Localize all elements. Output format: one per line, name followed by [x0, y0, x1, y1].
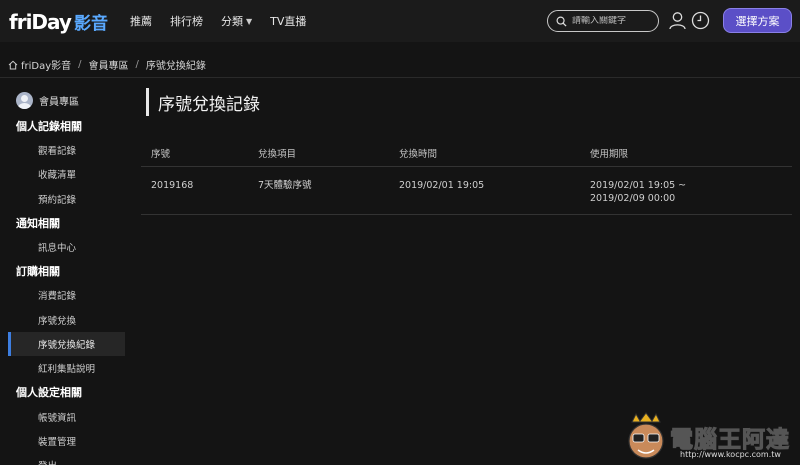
user-icon[interactable] — [669, 11, 686, 30]
nav-label: 推薦 — [129, 15, 152, 28]
sidebar-item-watch-history[interactable]: 觀看記錄 — [8, 138, 125, 162]
clock-icon[interactable] — [691, 11, 710, 30]
breadcrumb: friDay影音 / 會員專區 / 序號兌換紀錄 — [8, 57, 206, 72]
column-header-time: 兌換時間 — [399, 149, 438, 160]
member-area-link[interactable]: 會員專區 — [8, 86, 125, 114]
watermark: 電腦王阿達 http://www.kocpc.com.tw — [622, 412, 797, 464]
column-header-expiry: 使用期限 — [590, 149, 629, 160]
column-header-serial: 序號 — [151, 149, 171, 160]
search-input[interactable] — [572, 16, 657, 26]
sidebar: 會員專區 個人記錄相關 觀看記錄 收藏清單 預約記錄 通知相關 訊息中心 訂購相… — [8, 86, 125, 465]
home-icon — [8, 60, 18, 69]
section-title-orders: 訂購相關 — [16, 265, 60, 279]
choose-plan-button[interactable]: 選擇方案 — [723, 8, 792, 33]
breadcrumb-separator: / — [78, 59, 82, 70]
mascot-logo — [628, 412, 664, 459]
breadcrumb-current: 序號兌換紀錄 — [145, 61, 206, 72]
breadcrumb-member[interactable]: 會員專區 — [89, 57, 129, 72]
sidebar-item-redeem-code[interactable]: 序號兌換 — [8, 307, 125, 331]
sidebar-item-logout[interactable]: 登出 — [8, 453, 125, 465]
top-header: friDay 影音 推薦 排行榜 分類▼ TV直播 選擇方案 — [0, 0, 800, 42]
cell-expiry-end: 2019/02/09 00:00 — [590, 193, 676, 204]
nav-label: 排行榜 — [169, 15, 203, 28]
sidebar-item-messages[interactable]: 訊息中心 — [8, 235, 125, 259]
table-row: 2019168 7天體驗序號 2019/02/01 19:05 2019/02/… — [141, 167, 792, 215]
section-title-settings: 個人設定相關 — [16, 386, 82, 400]
breadcrumb-home[interactable]: friDay影音 — [21, 57, 71, 72]
sidebar-item-reservations[interactable]: 預約記錄 — [8, 187, 125, 211]
nav-item-category[interactable]: 分類 ▼ — [221, 13, 252, 29]
watermark-url: http://www.kocpc.com.tw — [680, 450, 781, 459]
nav-item-ranking[interactable]: 排行榜 — [170, 13, 203, 29]
sidebar-item-account-info[interactable]: 帳號資訊 — [8, 404, 125, 428]
search-icon — [556, 16, 567, 27]
cell-expiry-start: 2019/02/01 19:05 ~ — [590, 180, 687, 191]
logo-zh-text: 影音 — [73, 13, 108, 34]
logo-text: friDay — [9, 9, 72, 34]
cell-time: 2019/02/01 19:05 — [399, 180, 485, 191]
section-title-personal-records: 個人記錄相關 — [16, 120, 82, 133]
sidebar-item-redeem-history[interactable]: 序號兌換紀錄 — [8, 331, 125, 357]
sidebar-item-purchases[interactable]: 消費記錄 — [8, 283, 125, 307]
breadcrumb-separator: / — [135, 59, 139, 70]
sidebar-item-device-management[interactable]: 裝置管理 — [8, 429, 125, 453]
cell-item: 7天體驗序號 — [258, 180, 312, 191]
member-label: 會員專區 — [39, 96, 79, 108]
nav-item-tv-live[interactable]: TV直播 — [270, 13, 306, 29]
sidebar-item-bonus-points[interactable]: 紅利集點說明 — [8, 356, 125, 380]
main-nav: 推薦 排行榜 分類 ▼ TV直播 — [130, 13, 324, 29]
redeem-history-table: 序號 兌換項目 兌換時間 使用期限 2019168 7天體驗序號 2019/02… — [141, 139, 792, 215]
section-title-notifications: 通知相關 — [16, 216, 60, 230]
watermark-text: 電腦王阿達 — [670, 427, 790, 454]
nav-item-recommend[interactable]: 推薦 — [130, 13, 152, 29]
logo[interactable]: friDay 影音 — [9, 9, 108, 34]
nav-label: 分類 — [220, 15, 243, 28]
divider — [0, 77, 800, 78]
cell-expiry: 2019/02/01 19:05 ~ 2019/02/09 00:00 — [590, 179, 686, 205]
nav-label: TV直播 — [270, 15, 307, 28]
page-title: 序號兌換記錄 — [146, 88, 260, 116]
cell-serial: 2019168 — [151, 180, 194, 191]
column-header-item: 兌換項目 — [258, 149, 297, 160]
table-header-row: 序號 兌換項目 兌換時間 使用期限 — [141, 139, 792, 167]
chevron-down-icon: ▼ — [245, 16, 253, 26]
sidebar-item-favorites[interactable]: 收藏清單 — [8, 162, 125, 186]
avatar — [16, 91, 33, 109]
search-box[interactable] — [547, 10, 659, 32]
